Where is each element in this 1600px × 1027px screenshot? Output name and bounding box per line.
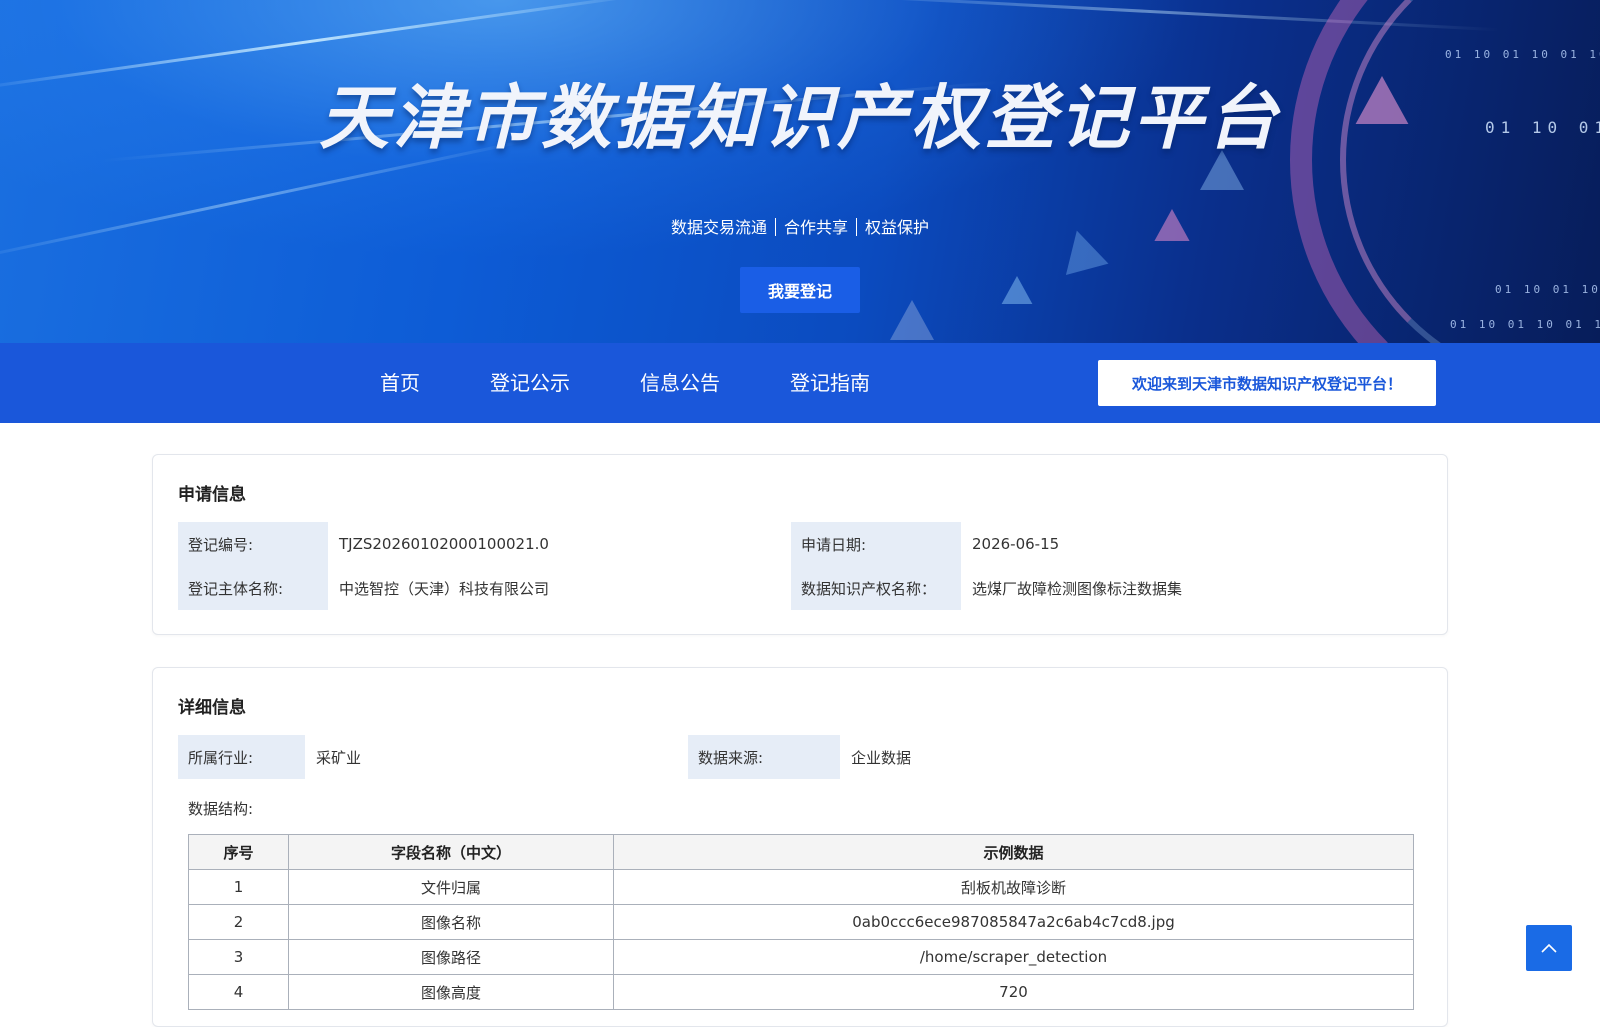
welcome-banner: 欢迎来到天津市数据知识产权登记平台！ xyxy=(1098,360,1436,406)
subject-row: 登记主体名称: 中选智控（天津）科技有限公司 xyxy=(178,566,549,610)
table-header-row: 序号 字段名称（中文） 示例数据 xyxy=(188,834,1414,870)
nav-item-guide[interactable]: 登记指南 xyxy=(790,343,870,423)
reg-no-label: 登记编号: xyxy=(178,522,328,566)
triangle-shape xyxy=(890,300,934,340)
divider xyxy=(774,218,776,236)
source-label: 数据来源: xyxy=(688,735,840,779)
nav-item-registration-notice[interactable]: 登记公示 xyxy=(490,343,570,423)
binary-text: 01 10 01 10 01 10 01 10 xyxy=(1495,283,1600,296)
reg-no-row: 登记编号: TJZS20260102000100021.0 xyxy=(178,522,549,566)
table-cell: 图像名称 xyxy=(288,904,614,940)
industry-row: 所属行业: 采矿业 xyxy=(178,735,361,779)
table-cell: 文件归属 xyxy=(288,869,614,905)
subtitle-part: 合作共享 xyxy=(783,218,848,237)
nav-item-announcements[interactable]: 信息公告 xyxy=(640,343,720,423)
table-cell: 刮板机故障诊断 xyxy=(613,869,1414,905)
subtitle-part: 权益保护 xyxy=(865,218,930,237)
table-cell: 2 xyxy=(188,904,289,940)
table-row: 1 文件归属 刮板机故障诊断 xyxy=(188,869,1414,905)
table-row: 4 图像高度 720 xyxy=(188,974,1414,1010)
banner-title: 天津市数据知识产权登记平台 xyxy=(319,77,1281,159)
chevron-up-icon xyxy=(1541,943,1557,953)
back-to-top-button[interactable] xyxy=(1526,925,1572,971)
table-cell: 0ab0ccc6ece987085847a2c6ab4c7cd8.jpg xyxy=(613,904,1414,940)
subtitle-part: 数据交易流通 xyxy=(670,218,767,237)
table-row: 3 图像路径 /home/scraper_detection xyxy=(188,939,1414,975)
subject-label: 登记主体名称: xyxy=(178,566,328,610)
table-cell: 1 xyxy=(188,869,289,905)
industry-value: 采矿业 xyxy=(316,748,362,767)
table-cell: 4 xyxy=(188,974,289,1010)
section-title: 详细信息 xyxy=(178,698,246,718)
nav-item-home[interactable]: 首页 xyxy=(380,343,420,423)
date-value: 2026-06-15 xyxy=(972,535,1060,553)
nav-menu: 首页 登记公示 信息公告 登记指南 xyxy=(380,343,940,423)
ip-name-label: 数据知识产权名称： xyxy=(791,566,961,610)
table-cell: 3 xyxy=(188,939,289,975)
table-row: 2 图像名称 0ab0ccc6ece987085847a2c6ab4c7cd8.… xyxy=(188,904,1414,940)
industry-label: 所属行业: xyxy=(178,735,305,779)
column-header: 序号 xyxy=(188,834,289,870)
section-title: 申请信息 xyxy=(178,485,246,505)
binary-text: 01 10 01 10 01 10 01 xyxy=(1445,48,1600,61)
date-row: 申请日期: 2026-06-15 xyxy=(791,522,1059,566)
ip-name-row: 数据知识产权名称： 选煤厂故障检测图像标注数据集 xyxy=(791,566,1182,610)
application-info-card: 申请信息 登记编号: TJZS20260102000100021.0 登记主体名… xyxy=(152,454,1448,635)
data-structure-table: 序号 字段名称（中文） 示例数据 1 文件归属 刮板机故障诊断 2 图像名称 0… xyxy=(188,834,1414,1010)
source-value: 企业数据 xyxy=(851,748,912,767)
register-button[interactable]: 我要登记 xyxy=(740,267,860,313)
triangle-shape xyxy=(1001,276,1033,304)
ip-name-value: 选煤厂故障检测图像标注数据集 xyxy=(972,579,1183,598)
table-cell: 图像路径 xyxy=(288,939,614,975)
source-row: 数据来源: 企业数据 xyxy=(688,735,911,779)
divider xyxy=(856,218,857,236)
table-cell: 图像高度 xyxy=(288,974,614,1010)
binary-text: 01 10 01 10 01 10 01 10 xyxy=(1450,318,1600,331)
hero-banner: 01 10 01 10 01 10 01 01 10 01 10 01 01 1… xyxy=(0,0,1600,343)
detail-info-card: 详细信息 所属行业: 采矿业 数据来源: 企业数据 数据结构: 序号 字段名称（… xyxy=(152,667,1448,1027)
table-cell: /home/scraper_detection xyxy=(613,939,1414,975)
table-cell: 720 xyxy=(613,974,1414,1010)
banner-subtitle: 数据交易流通 合作共享 权益保护 xyxy=(0,214,1600,238)
data-structure-label: 数据结构: xyxy=(188,800,254,818)
column-header: 示例数据 xyxy=(613,834,1414,870)
reg-no-value: TJZS20260102000100021.0 xyxy=(339,535,549,553)
date-label: 申请日期: xyxy=(791,522,961,566)
subject-value: 中选智控（天津）科技有限公司 xyxy=(339,579,550,598)
column-header: 字段名称（中文） xyxy=(288,834,614,870)
